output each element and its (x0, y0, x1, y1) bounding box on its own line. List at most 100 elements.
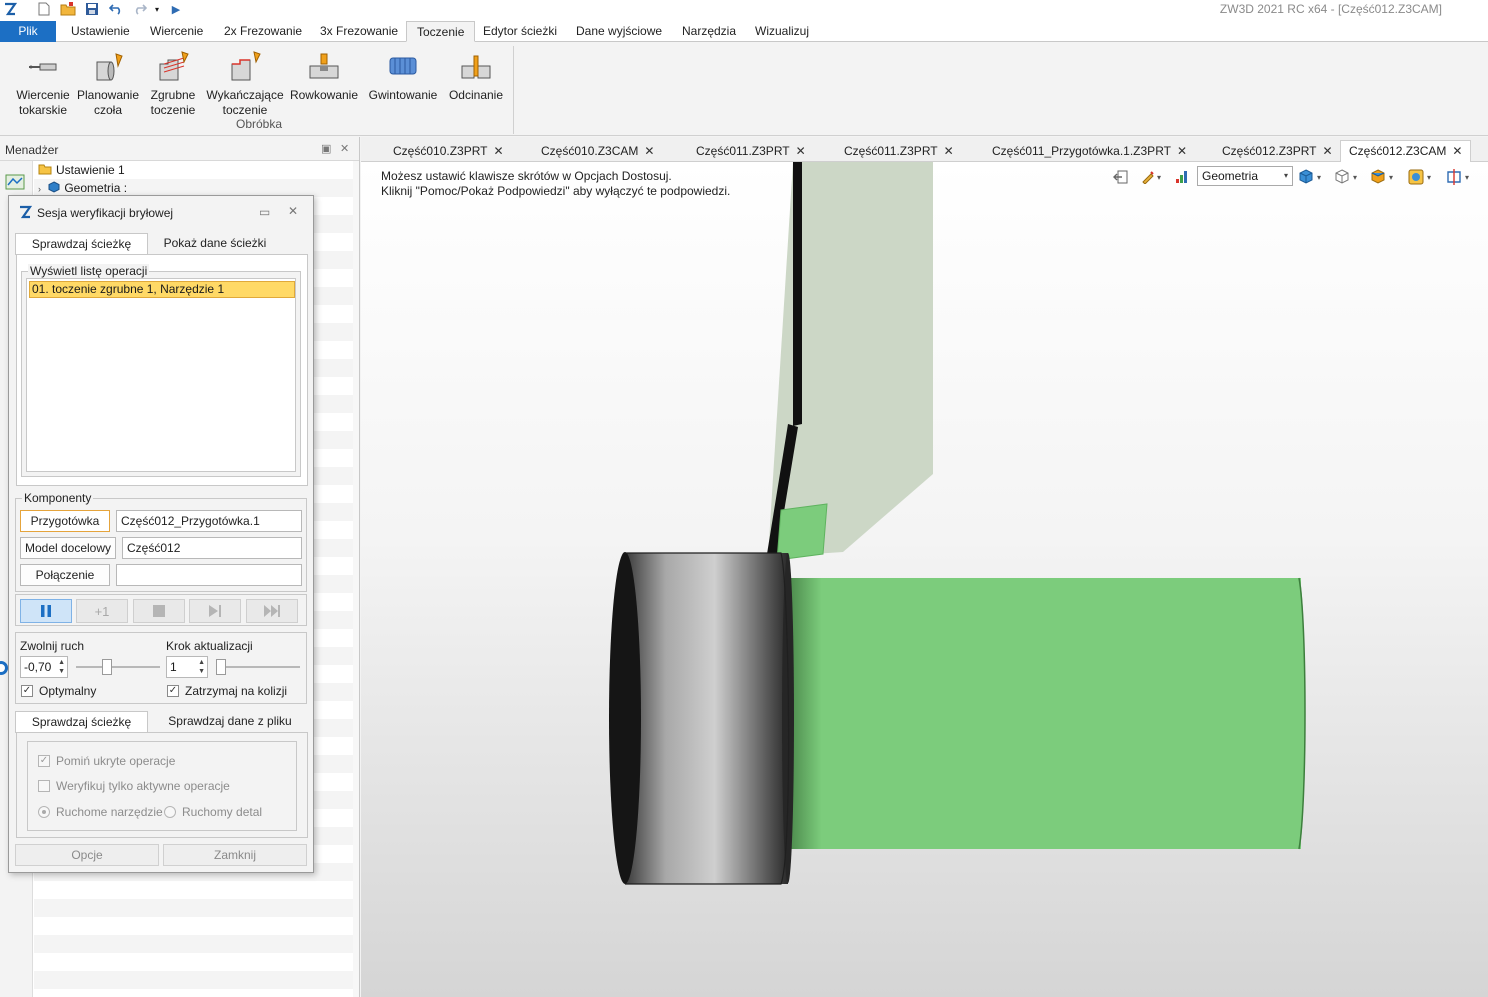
moving-part-radio[interactable] (164, 806, 176, 818)
options-button[interactable]: Opcje (15, 844, 159, 866)
close-tab-icon[interactable]: ✕ (796, 144, 806, 158)
step-plus-one-icon[interactable]: +1 (76, 599, 128, 623)
slow-motion-spinner[interactable]: -0,70 ▲ ▼ (20, 656, 68, 678)
menu-tab-2x-frezowanie[interactable]: 2x Frezowanie (214, 21, 312, 42)
pin-icon[interactable]: ▣ (321, 142, 331, 155)
doc-tab[interactable]: Część012.Z3PRT ✕ (1222, 141, 1333, 162)
dialog-help-icon[interactable]: ▭ (259, 205, 270, 219)
operations-list[interactable]: 01. toczenie zgrubne 1, Narzędzie 1 (26, 278, 296, 472)
pause-icon[interactable] (20, 599, 72, 623)
new-file-icon[interactable] (36, 1, 52, 17)
slow-motion-slider-thumb[interactable] (101, 659, 112, 675)
target-model-button[interactable]: Model docelowy (20, 537, 116, 559)
tree-item-ustawienie[interactable]: Ustawienie 1 (38, 161, 125, 179)
spinner-arrows-icon[interactable]: ▲ ▼ (198, 658, 205, 676)
close-tab-icon[interactable]: ✕ (944, 144, 954, 158)
close-tab-icon[interactable]: ✕ (1322, 144, 1332, 158)
open-file-icon[interactable] (60, 1, 76, 17)
stock-field[interactable]: Część012_Przygotówka.1 (116, 510, 302, 532)
spinner-arrows-icon[interactable]: ▲ ▼ (58, 658, 65, 676)
close-tab-icon[interactable]: ✕ (1452, 144, 1462, 158)
skip-hidden-checkbox[interactable]: ✓ (38, 755, 50, 767)
tool-holder (767, 162, 933, 561)
ribbon-button-wiercenie-tokarskie[interactable]: Wiercenie tokarskie (12, 46, 74, 118)
step-forward-icon[interactable] (189, 599, 241, 623)
manager-title: Menadżer (5, 143, 59, 157)
tab-sprawdzaj-dane-z-pliku[interactable]: Sprawdzaj dane z pliku (155, 711, 305, 733)
menu-tab-ustawienie[interactable]: Ustawienie (61, 21, 140, 42)
manager-header: Menadżer ▣ ✕ (0, 137, 359, 161)
doc-tab[interactable]: Część011.Z3PRT ✕ (696, 141, 806, 162)
close-tab-icon[interactable]: ✕ (644, 144, 654, 158)
update-step-slider-thumb[interactable] (216, 659, 226, 675)
quick-access-dropdown-icon[interactable]: ▾ (152, 1, 162, 17)
playback-controls: +1 (15, 594, 307, 626)
slow-motion-slider-track[interactable] (76, 666, 160, 668)
ribbon: Wiercenie tokarskie Planowanie czoła Zgr… (0, 42, 1488, 136)
operation-item[interactable]: 01. toczenie zgrubne 1, Narzędzie 1 (29, 281, 295, 298)
optimal-label: Optymalny (39, 684, 97, 698)
menu-tab-wizualizuj[interactable]: Wizualizuj (745, 21, 819, 42)
tab-sprawdzaj-sciezke[interactable]: Sprawdzaj ścieżkę (15, 233, 148, 255)
close-tab-icon[interactable]: ✕ (493, 144, 503, 158)
lathe-drill-icon (26, 50, 60, 84)
target-part (791, 577, 1306, 850)
manager-scrollbar[interactable] (353, 161, 359, 997)
redo-icon[interactable] (132, 1, 148, 17)
graphics-viewport[interactable]: Możesz ustawić klawisze skrótów w Opcjac… (361, 162, 1488, 997)
lathe-scene[interactable] (361, 162, 1488, 997)
undo-icon[interactable] (108, 1, 124, 17)
update-step-slider-track[interactable] (216, 666, 300, 668)
doc-tab[interactable]: Część010.Z3PRT ✕ (393, 141, 504, 162)
speed-group: Zwolnij ruch -0,70 ▲ ▼ Krok aktualizacji … (15, 632, 307, 704)
close-panel-icon[interactable]: ✕ (340, 142, 349, 155)
connection-button[interactable]: Połączenie (20, 564, 110, 586)
ribbon-button-zgrubne-toczenie[interactable]: Zgrubne toczenie (144, 46, 202, 118)
connection-field[interactable] (116, 564, 302, 586)
doc-tab[interactable]: Część010.Z3CAM ✕ (541, 141, 654, 162)
menu-file[interactable]: Plik (0, 21, 56, 42)
menu-tab-edytor-sciezki[interactable]: Edytor ścieżki (473, 21, 567, 42)
expand-arrow-icon[interactable]: › (38, 184, 41, 194)
play-icon[interactable]: ▶ (168, 1, 184, 17)
ribbon-button-planowanie-czola[interactable]: Planowanie czoła (74, 46, 142, 118)
ribbon-button-rowkowanie[interactable]: Rowkowanie (288, 46, 360, 103)
menu-tab-narzedzia[interactable]: Narzędzia (672, 21, 746, 42)
doc-tab[interactable]: Część011.Z3PRT ✕ (844, 141, 954, 162)
ribbon-button-wykanczajace-toczenie[interactable]: Wykańczające toczenie (206, 46, 284, 118)
close-tab-icon[interactable]: ✕ (1177, 144, 1187, 158)
ribbon-separator (513, 46, 514, 134)
stock-part (609, 552, 794, 885)
stock-button[interactable]: Przygotówka (20, 510, 110, 532)
fast-forward-icon[interactable] (246, 599, 298, 623)
menu-tab-toczenie[interactable]: Toczenie (406, 21, 476, 42)
stop-on-collision-checkbox[interactable]: ✓ (167, 685, 179, 697)
verify-active-checkbox[interactable] (38, 780, 50, 792)
menu-tab-3x-frezowanie[interactable]: 3x Frezowanie (310, 21, 408, 42)
optimal-checkbox[interactable]: ✓ (21, 685, 33, 697)
stop-icon[interactable] (133, 599, 185, 623)
ribbon-button-gwintowanie[interactable]: Gwintowanie (364, 46, 442, 103)
ribbon-button-odcinanie[interactable]: Odcinanie (444, 46, 508, 103)
tab-pokaz-dane-sciezki[interactable]: Pokaż dane ścieżki (155, 233, 275, 255)
ribbon-group-label: Obróbka (235, 117, 283, 131)
target-model-field[interactable]: Część012 (122, 537, 302, 559)
menu-tab-wiercenie[interactable]: Wiercenie (140, 21, 213, 42)
dialog-close-icon[interactable]: ✕ (288, 204, 298, 218)
tab-sprawdzaj-sciezke-bottom[interactable]: Sprawdzaj ścieżkę (15, 711, 148, 733)
moving-tool-label: Ruchome narzędzie (56, 805, 163, 819)
doc-tab[interactable]: Część011_Przygotówka.1.Z3PRT ✕ (992, 141, 1187, 162)
doc-tab-active[interactable]: Część012.Z3CAM ✕ (1340, 140, 1472, 163)
document-tabs: Część010.Z3PRT ✕ Część010.Z3CAM ✕ Część011… (361, 137, 1488, 163)
title-bar: ▾ ▶ ZW3D 2021 RC x64 - [Część012.Z3CAM] (0, 0, 1488, 20)
moving-tool-radio[interactable] (38, 806, 50, 818)
save-icon[interactable] (84, 1, 100, 17)
operations-group: Wyświetl listę operacji 01. toczenie zgr… (21, 264, 301, 477)
menu-tab-dane-wyjsciowe[interactable]: Dane wyjściowe (566, 21, 672, 42)
update-step-spinner[interactable]: 1 ▲ ▼ (166, 656, 208, 678)
cam-tree-icon[interactable] (4, 171, 26, 193)
dialog-app-icon (17, 204, 33, 223)
verify-active-label: Weryfikuj tylko aktywne operacje (56, 779, 230, 793)
close-button[interactable]: Zamknij (163, 844, 307, 866)
threading-icon (386, 50, 420, 84)
